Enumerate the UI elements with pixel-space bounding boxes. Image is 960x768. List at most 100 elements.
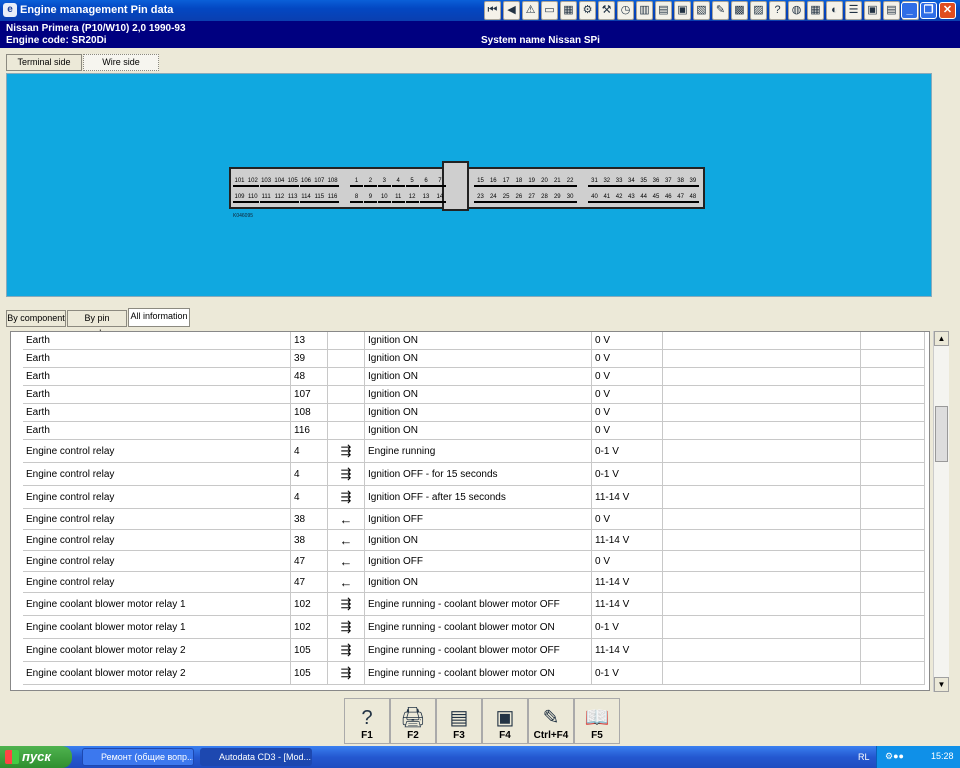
tools-icon[interactable]: ⚒ [598,1,615,20]
pin-label[interactable]: 25 [499,193,513,203]
pin-label[interactable]: 113 [286,193,300,203]
pin-label[interactable]: 28 [538,193,551,203]
pin-label[interactable]: 9 [363,193,377,203]
pin-label[interactable]: 111 [259,193,273,203]
fkey-button-f1[interactable]: ? F1 [344,698,390,744]
pin-label[interactable]: 27 [525,193,539,203]
taskbar-item-autodata[interactable]: Autodata CD3 - [Mod... [200,748,312,766]
pin-label[interactable]: 106 [299,177,313,187]
table-row[interactable]: Engine control relay 4 ⇶ Ignition OFF - aft… [23,486,925,509]
clock-icon[interactable]: ◷ [617,1,634,20]
pin-label[interactable]: 110 [246,193,260,203]
table-row[interactable]: Engine control relay 38 ← Ignition OFF 0 V [23,509,925,530]
warning-icon[interactable]: ⚠ [522,1,539,20]
scroll-thumb[interactable] [935,406,948,462]
fkey-button-f5[interactable]: 📖 F5 [574,698,620,744]
table-row[interactable]: Earth 108 Ignition ON 0 V [23,404,925,422]
pin-label[interactable]: 20 [538,177,551,187]
pin-label[interactable]: 26 [512,193,526,203]
pin-label[interactable]: 33 [612,177,626,187]
table-row[interactable]: Earth 116 Ignition ON 0 V [23,422,925,440]
table-row[interactable]: Engine control relay 4 ⇶ Ignition OFF - for… [23,463,925,486]
monitor-icon[interactable]: ▦ [560,1,577,20]
tab-wire-side[interactable]: Wire side [83,54,159,71]
pin-label[interactable]: 8 [350,193,363,203]
pin-label[interactable]: 41 [600,193,614,203]
pin-label[interactable]: 5 [405,177,419,187]
pin-label[interactable]: 16 [486,177,500,187]
pin-label[interactable]: 103 [259,177,273,187]
scroll-down-icon[interactable]: ▼ [934,677,949,692]
pin-label[interactable]: 4 [391,177,405,187]
pin-label[interactable]: 35 [637,177,651,187]
pen-icon[interactable]: ✎ [712,1,729,20]
pin-label[interactable]: 108 [326,177,340,187]
pin-label[interactable]: 18 [512,177,526,187]
prev-icon[interactable]: ◀ [503,1,520,20]
pin-label[interactable]: 37 [661,177,675,187]
pin-label[interactable]: 39 [686,177,700,187]
pin-label[interactable]: 32 [600,177,614,187]
tab-all-information[interactable]: All information [128,308,190,327]
photo-icon[interactable]: ▦ [807,1,824,20]
pin-label[interactable]: 10 [377,193,391,203]
pin-label[interactable]: 114 [299,193,313,203]
pin-label[interactable]: 12 [405,193,419,203]
table-row[interactable]: Earth 107 Ignition ON 0 V [23,386,925,404]
scroll-up-icon[interactable]: ▲ [934,331,949,346]
taskbar-item-browser[interactable]: Ремонт (общие вопр... [82,748,194,766]
pin-label[interactable]: 13 [419,193,433,203]
pin-label[interactable]: 14 [433,193,447,203]
table-row[interactable]: Earth 13 Ignition ON 0 V [23,332,925,350]
pin-label[interactable]: 44 [637,193,651,203]
pin-label[interactable]: 105 [286,177,300,187]
table-row[interactable]: Engine coolant blower motor relay 2 105 ⇶ E… [23,662,925,685]
camera-icon[interactable]: ▤ [883,1,900,20]
save-icon[interactable]: ▣ [674,1,691,20]
pin-label[interactable]: 11 [391,193,405,203]
print-icon[interactable]: ▧ [693,1,710,20]
pin-label[interactable]: 104 [272,177,286,187]
blank-icon[interactable]: ▭ [541,1,558,20]
pin-label[interactable]: 38 [674,177,688,187]
gear-icon[interactable]: ⚙ [579,1,596,20]
language-indicator[interactable]: RL [858,752,870,762]
chart-icon[interactable]: ▥ [636,1,653,20]
pin-label[interactable]: 34 [624,177,638,187]
pin-label[interactable]: 45 [649,193,663,203]
table-row[interactable]: Engine coolant blower motor relay 2 105 ⇶ E… [23,639,925,662]
table-row[interactable]: Engine coolant blower motor relay 1 102 ⇶ E… [23,616,925,639]
pin-label[interactable]: 116 [326,193,340,203]
list-icon[interactable]: ☰ [845,1,862,20]
pin-label[interactable]: 17 [499,177,513,187]
globe-icon[interactable]: ◍ [788,1,805,20]
vertical-scrollbar[interactable]: ▲ ▼ [933,331,949,692]
pin-label[interactable]: 23 [474,193,487,203]
pin-label[interactable]: 29 [550,193,564,203]
first-icon[interactable]: ⏮ [484,1,501,20]
pin-label[interactable]: 101 [233,177,246,187]
pin-label[interactable]: 40 [588,193,601,203]
table-row[interactable]: Engine control relay 47 ← Ignition OFF 0 V [23,551,925,572]
table-row[interactable]: Earth 39 Ignition ON 0 V [23,350,925,368]
pin-label[interactable]: 36 [649,177,663,187]
table-row[interactable]: Engine control relay 4 ⇶ Engine running 0-1 … [23,440,925,463]
tab-by-component[interactable]: By component [6,310,66,327]
tab-by-pin-number[interactable]: By pin number [67,310,127,338]
pin-label[interactable]: 115 [312,193,326,203]
fkey-button-f4[interactable]: ▣ F4 [482,698,528,744]
restore-icon[interactable]: ❐ [920,2,937,19]
pin-label[interactable]: 3 [377,177,391,187]
pin-label[interactable]: 1 [350,177,363,187]
pin-label[interactable]: 102 [246,177,260,187]
close-icon[interactable]: ✕ [939,2,956,19]
pin-label[interactable]: 31 [588,177,601,187]
pin-label[interactable]: 24 [486,193,500,203]
pin-label[interactable]: 42 [612,193,626,203]
pin-label[interactable]: 19 [525,177,539,187]
pin-label[interactable]: 112 [272,193,286,203]
doc-icon[interactable]: ▤ [655,1,672,20]
pin-label[interactable]: 22 [563,177,577,187]
help-icon[interactable]: ? [769,1,786,20]
pin-label[interactable]: 7 [433,177,447,187]
